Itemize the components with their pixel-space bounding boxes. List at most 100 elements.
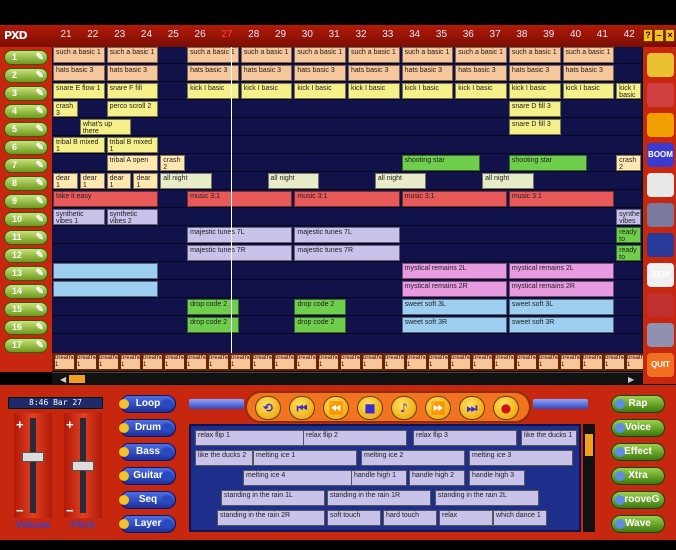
- sample-clip[interactable]: handle high 2: [409, 470, 465, 486]
- sample-clip[interactable]: standing in the rain 2L: [435, 490, 539, 506]
- loop-clip[interactable]: snare F fill: [106, 83, 159, 99]
- loop-clip[interactable]: shooting star: [508, 155, 588, 171]
- sample-clip[interactable]: melting ice 4: [243, 470, 353, 486]
- loop-clip[interactable]: music 3:1: [187, 191, 293, 207]
- track-button-9[interactable]: 9 ✎: [4, 194, 48, 209]
- loop-clip[interactable]: hats basic 3: [401, 65, 454, 81]
- sample-clip[interactable]: standing in the rain 2R: [217, 510, 325, 526]
- sample-clip[interactable]: melting ice 2: [361, 450, 465, 466]
- category-button-voice[interactable]: Voice: [611, 419, 665, 437]
- sample-clip-row[interactable]: breathe 1 breathe 1 breathe 1 breathe 1 brea…: [52, 353, 647, 371]
- rewind-icon[interactable]: ⏪: [323, 396, 349, 420]
- pencil-icon[interactable]: ✎: [36, 105, 44, 118]
- sample-browser[interactable]: relax flip 1 relax flip 2 relax flip 3 like…: [189, 424, 581, 532]
- loop-clip[interactable]: mystical remains 2R: [508, 281, 615, 297]
- track-button-8[interactable]: 8 ✎: [4, 176, 48, 191]
- trash-icon[interactable]: [647, 323, 674, 347]
- loop-clip[interactable]: mystical remains 2L: [508, 263, 615, 279]
- sample-clip[interactable]: breathe 1: [164, 354, 185, 370]
- loop-clip[interactable]: majestic tunes 7L: [187, 227, 293, 243]
- track-button-2[interactable]: 2 ✎: [4, 68, 48, 83]
- loop-clip[interactable]: kick I basic: [455, 83, 507, 99]
- loop-clip[interactable]: crash 3: [53, 101, 78, 117]
- loop-clip[interactable]: such a basic 1: [106, 47, 159, 63]
- playhead-line[interactable]: [231, 47, 232, 371]
- loop-clip[interactable]: dear 1: [79, 173, 105, 189]
- sample-clip[interactable]: breathe 1: [516, 354, 537, 370]
- scroll-left-icon[interactable]: ◀: [60, 375, 68, 384]
- film-icon[interactable]: [647, 203, 674, 227]
- loop-clip[interactable]: synthetic vibes 2: [106, 209, 159, 225]
- loop-clip[interactable]: tribal B mixed 1: [53, 137, 105, 153]
- track-button-14[interactable]: 14 ✎: [4, 284, 48, 299]
- sample-clip[interactable]: breathe 1: [142, 354, 163, 370]
- slider-track[interactable]: [30, 418, 36, 513]
- loop-clip[interactable]: such a basic 1: [240, 47, 293, 63]
- loop-clip[interactable]: drop code 2: [294, 299, 346, 315]
- volume-knob[interactable]: [22, 452, 44, 462]
- loop-clip[interactable]: hats basic 3: [53, 65, 105, 81]
- arrangement-grid[interactable]: such a basic 1 such a basic 1 such a basic…: [52, 47, 642, 371]
- minimize-button[interactable]: –: [654, 29, 664, 42]
- track-button-12[interactable]: 12 ✎: [4, 248, 48, 263]
- loop-clip[interactable]: [53, 263, 159, 279]
- category-button-loop[interactable]: Loop: [119, 395, 176, 413]
- loop-clip[interactable]: snare D fill 3: [508, 119, 561, 135]
- pencil-icon[interactable]: ✎: [36, 303, 44, 316]
- category-button-wave[interactable]: Wave: [611, 515, 665, 533]
- sample-clip[interactable]: breathe 1: [362, 354, 383, 370]
- horizontal-scrollbar[interactable]: ◀ ▶: [52, 372, 642, 384]
- loop-clip[interactable]: [53, 281, 159, 297]
- sample-clip[interactable]: breathe 1: [494, 354, 515, 370]
- sample-clip[interactable]: like the ducks 1: [521, 430, 577, 446]
- loop-icon[interactable]: ⟲: [255, 396, 281, 420]
- loop-clip[interactable]: kick I basic: [508, 83, 561, 99]
- skip-end-icon[interactable]: ⏭: [459, 396, 485, 420]
- sample-clip[interactable]: breathe 1: [296, 354, 317, 370]
- loop-clip[interactable]: such a basic 1: [53, 47, 105, 63]
- loop-clip[interactable]: crash 2: [616, 155, 641, 171]
- loop-clip[interactable]: synthetic vibes 1: [53, 209, 105, 225]
- sample-clip[interactable]: relax: [439, 510, 493, 526]
- pencil-icon[interactable]: ✎: [36, 321, 44, 334]
- track-button-13[interactable]: 13 ✎: [4, 266, 48, 281]
- sample-clip[interactable]: breathe 1: [340, 354, 361, 370]
- track-button-5[interactable]: 5 ✎: [4, 122, 48, 137]
- loop-clip[interactable]: mystical remains 2R: [401, 281, 507, 297]
- category-button-guitar[interactable]: Guitar: [119, 467, 176, 485]
- quit-icon[interactable]: QUIT: [647, 353, 674, 377]
- category-button-seq[interactable]: Seq: [119, 491, 176, 509]
- volume-slider[interactable]: + −: [14, 413, 52, 518]
- loop-clip[interactable]: tribal B mixed 1: [106, 137, 159, 153]
- new-icon[interactable]: NEW: [647, 263, 674, 287]
- sample-clip[interactable]: handle high 1: [351, 470, 407, 486]
- pencil-icon[interactable]: ✎: [36, 159, 44, 172]
- sample-clip[interactable]: breathe 1: [450, 354, 471, 370]
- loop-clip[interactable]: ready to take off: [616, 245, 641, 261]
- loop-clip[interactable]: such a basic 1: [401, 47, 454, 63]
- loop-clip[interactable]: such a basic 1: [294, 47, 346, 63]
- sample-clip[interactable]: breathe 1: [252, 354, 273, 370]
- pencil-icon[interactable]: ✎: [36, 51, 44, 64]
- timeline-ruler[interactable]: 21 22 23 24 25 26 27 28 29 30 31 32 33 34 35 36 37 38 39 40…: [52, 29, 642, 43]
- sample-clip[interactable]: breathe 1: [604, 354, 625, 370]
- loop-clip[interactable]: sweet soft 3L: [401, 299, 507, 315]
- loop-clip[interactable]: such a basic 1: [508, 47, 561, 63]
- loop-clip[interactable]: majestic tunes 7R: [294, 245, 400, 261]
- sample-clip[interactable]: which dance 1: [493, 510, 547, 526]
- sample-clip[interactable]: breathe 1: [428, 354, 449, 370]
- track-button-1[interactable]: 1 ✎: [4, 50, 48, 65]
- loop-clip[interactable]: sweet soft 3L: [508, 299, 615, 315]
- track-button-7[interactable]: 7 ✎: [4, 158, 48, 173]
- eraser-icon[interactable]: [647, 293, 674, 317]
- loop-clip[interactable]: drop code 2: [294, 317, 346, 333]
- track-button-15[interactable]: 15 ✎: [4, 302, 48, 317]
- sample-clip[interactable]: relax flip 2: [303, 430, 407, 446]
- loop-clip[interactable]: such a basic 1: [348, 47, 400, 63]
- stop-icon[interactable]: ■: [357, 396, 383, 420]
- category-button-effect[interactable]: Effect: [611, 443, 665, 461]
- bomb-icon[interactable]: BOOM: [647, 143, 674, 167]
- sample-clip[interactable]: soft touch: [327, 510, 381, 526]
- sample-clip[interactable]: relax flip 3: [413, 430, 517, 446]
- pencil-icon[interactable]: ✎: [36, 231, 44, 244]
